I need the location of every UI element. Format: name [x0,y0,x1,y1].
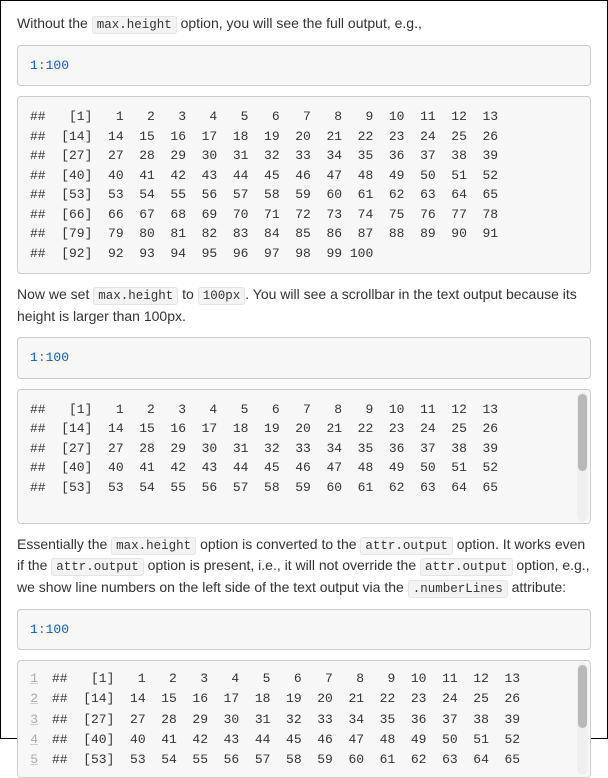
line-number: 2 [18,689,44,709]
text-explain-d: option is present, i.e., it will not ove… [144,557,420,573]
code-attroutput-3: attr.output [420,558,513,576]
code-attroutput-1: attr.output [360,537,453,555]
code-literal-b2: 100 [46,350,69,365]
numbered-row: 2 ## [14] 14 15 16 17 18 19 20 21 22 23 … [18,689,570,709]
output-text-limited: ## [1] 1 2 3 4 5 6 7 8 9 10 11 12 13 ## … [30,402,498,495]
code-maxheight-2: max.height [93,287,178,305]
numbered-inner: 1 ## [1] 1 2 3 4 5 6 7 8 9 10 11 12 13 2… [18,661,590,778]
numbered-row: 5 ## [53] 53 54 55 56 57 58 59 60 61 62 … [18,750,570,770]
text-intro-b: option, you will see the full output, e.… [177,15,422,31]
line-number: 3 [18,710,44,730]
text-explain-f: attribute: [508,579,566,595]
code-attroutput-2: attr.output [51,558,144,576]
code-numberlines: .numberLines [408,580,508,598]
line-text: ## [14] 14 15 16 17 18 19 20 21 22 23 24… [44,689,520,709]
code-colon-3: : [38,622,46,637]
output-text-full: ## [1] 1 2 3 4 5 6 7 8 9 10 11 12 13 ## … [30,109,498,261]
scrollbar[interactable] [577,392,588,521]
code-maxheight-3: max.height [111,537,196,555]
numbered-row: 3 ## [27] 27 28 29 30 31 32 33 34 35 36 … [18,710,570,730]
text-explain-a: Essentially the [17,536,111,552]
code-literal-b: 100 [46,58,69,73]
line-text: ## [40] 40 41 42 43 44 45 46 47 48 49 50… [44,730,520,750]
code-literal-b3: 100 [46,622,69,637]
line-number: 5 [18,750,44,770]
scrollbar-thumb[interactable] [578,394,587,471]
output-block-numbered[interactable]: 1 ## [1] 1 2 3 4 5 6 7 8 9 10 11 12 13 2… [17,660,591,778]
output-block-full: ## [1] 1 2 3 4 5 6 7 8 9 10 11 12 13 ## … [17,96,591,274]
code-literal-a2: 1 [30,350,38,365]
text-explain-b: option is converted to the [196,536,360,552]
numbered-row: 4 ## [40] 40 41 42 43 44 45 46 47 48 49 … [18,730,570,750]
line-text: ## [53] 53 54 55 56 57 58 59 60 61 62 63… [44,750,520,770]
code-colon: : [38,58,46,73]
paragraph-explain: Essentially the max.height option is con… [17,534,591,599]
code-block-3: 1:100 [17,609,591,651]
code-colon-2: : [38,350,46,365]
code-maxheight: max.height [92,16,177,34]
line-text: ## [1] 1 2 3 4 5 6 7 8 9 10 11 12 13 [44,669,520,689]
code-literal-a3: 1 [30,622,38,637]
paragraph-setheight: Now we set max.height to 100px. You will… [17,284,591,327]
text-intro-a: Without the [17,15,92,31]
output-block-limited[interactable]: ## [1] 1 2 3 4 5 6 7 8 9 10 11 12 13 ## … [17,389,591,524]
text-setheight-a: Now we set [17,286,93,302]
line-number: 1 [18,669,44,689]
line-number: 4 [18,730,44,750]
text-setheight-b: to [178,286,197,302]
code-literal-a: 1 [30,58,38,73]
line-text: ## [27] 27 28 29 30 31 32 33 34 35 36 37… [44,710,520,730]
scrollbar[interactable] [577,663,588,775]
scrollbar-thumb[interactable] [578,665,587,728]
numbered-row: 1 ## [1] 1 2 3 4 5 6 7 8 9 10 11 12 13 [18,669,570,689]
code-100px: 100px [198,287,246,305]
code-block-1: 1:100 [17,45,591,87]
code-block-2: 1:100 [17,337,591,379]
paragraph-intro: Without the max.height option, you will … [17,13,591,35]
